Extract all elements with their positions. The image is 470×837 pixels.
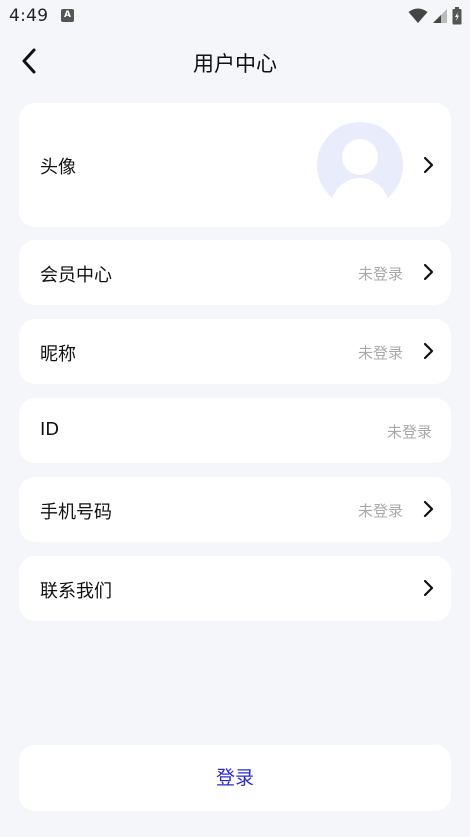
avatar-row-label: 头像 <box>40 157 76 178</box>
chevron-right-icon <box>423 579 434 597</box>
nav-bar: 用户中心 <box>0 34 470 90</box>
avatar <box>317 122 403 208</box>
avatar-body <box>331 178 389 208</box>
nickname-value: 未登录 <box>357 344 403 362</box>
phone-number-value: 未登录 <box>357 502 403 520</box>
id-row: ID 未登录 <box>19 398 451 463</box>
contact-us-label: 联系我们 <box>40 581 112 602</box>
phone-number-label: 手机号码 <box>40 502 112 523</box>
phone-number-row[interactable]: 手机号码 未登录 <box>19 477 451 542</box>
status-icons <box>408 7 462 25</box>
nickname-row[interactable]: 昵称 未登录 <box>19 319 451 384</box>
chevron-right-icon <box>423 500 434 518</box>
avatar-head <box>342 139 378 175</box>
id-value: 未登录 <box>386 423 432 441</box>
wifi-icon <box>408 8 428 23</box>
login-button[interactable]: 登录 <box>19 745 451 811</box>
chevron-right-icon <box>423 263 434 281</box>
chevron-right-icon <box>423 342 434 360</box>
avatar-row[interactable]: 头像 <box>19 103 451 227</box>
cellular-signal-icon <box>433 9 447 23</box>
chevron-right-icon <box>423 156 434 174</box>
notification-icon: A <box>61 9 74 22</box>
member-center-label: 会员中心 <box>40 265 112 286</box>
status-time: 4:49 <box>9 6 49 26</box>
member-center-value: 未登录 <box>357 265 403 283</box>
status-bar: 4:49 A <box>0 0 470 34</box>
id-label: ID <box>40 419 60 440</box>
page-title: 用户中心 <box>193 52 277 76</box>
battery-icon <box>452 7 462 25</box>
nickname-label: 昵称 <box>40 344 76 365</box>
contact-us-row[interactable]: 联系我们 <box>19 556 451 621</box>
member-center-row[interactable]: 会员中心 未登录 <box>19 240 451 305</box>
